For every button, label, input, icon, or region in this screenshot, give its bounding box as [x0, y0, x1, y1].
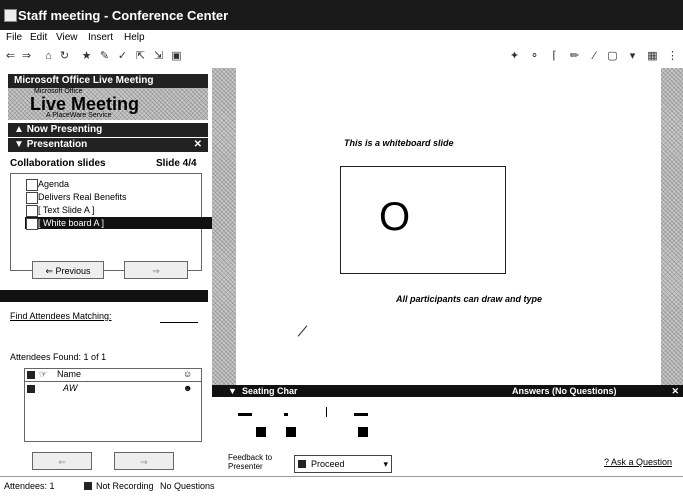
- attendee-name: AW: [63, 383, 78, 393]
- forward-icon[interactable]: ⇒: [20, 50, 33, 63]
- presentation-header[interactable]: ▼ Presentation ✕: [8, 138, 208, 152]
- share-icon[interactable]: ★: [80, 50, 93, 63]
- status-bar: Attendees: 1 Not Recording No Questions: [0, 476, 683, 497]
- camera-icon[interactable]: ▣: [170, 50, 183, 63]
- ask-question-link[interactable]: ? Ask a Question: [604, 457, 672, 467]
- slide-title: This is a whiteboard slide: [344, 138, 454, 148]
- find-attendees-input[interactable]: [160, 322, 198, 323]
- bottom-pane: ▼ Seating Char Answers (No Questions) ✕ …: [212, 385, 683, 476]
- attendee-prev-button[interactable]: ⇐: [32, 452, 92, 470]
- attendee-pane-header: [0, 290, 208, 302]
- recording-status: Not Recording: [96, 481, 154, 491]
- feedback-icon: [298, 460, 306, 468]
- expand-icon: ▲: [14, 124, 27, 135]
- menu-help[interactable]: Help: [124, 32, 145, 43]
- seat-attendee[interactable]: [286, 427, 296, 437]
- slide-icon: [26, 218, 38, 230]
- attendee-next-button[interactable]: ⇒: [114, 452, 174, 470]
- seat-marker: [238, 413, 252, 416]
- text-tool-icon[interactable]: ⌈: [548, 50, 561, 63]
- seating-header: ▼ Seating Char Answers (No Questions) ✕: [212, 385, 683, 397]
- slide-icon: [26, 192, 38, 204]
- drawn-line[interactable]: [297, 325, 308, 337]
- slide-icon: [26, 205, 38, 217]
- collapse-icon: ▼: [14, 139, 27, 150]
- window-title: Staff meeting - Conference Center: [18, 8, 229, 23]
- recording-icon: [84, 482, 92, 490]
- attendee-list: ☞ Name ☺ AW ☻: [24, 368, 202, 442]
- close-pane-icon[interactable]: ✕: [671, 385, 679, 397]
- status-icon: [27, 371, 35, 379]
- whiteboard-tool-icon[interactable]: ▦: [646, 50, 659, 63]
- feedback-select[interactable]: Proceed ▾: [294, 455, 392, 473]
- line-tool-icon[interactable]: ∕: [588, 50, 601, 63]
- menu-file[interactable]: File: [6, 32, 22, 43]
- slide-item[interactable]: Delivers Real Benefits: [26, 191, 127, 204]
- slide-icon: [26, 179, 38, 191]
- seat-attendee[interactable]: [358, 427, 368, 437]
- chevron-down-icon: ▾: [383, 459, 388, 469]
- app-icon: [4, 9, 17, 22]
- attendee-list-header: ☞ Name ☺: [25, 369, 201, 382]
- slide-counter: Slide 4/4: [156, 158, 197, 169]
- menu-insert[interactable]: Insert: [88, 32, 113, 43]
- seat-divider: [326, 407, 327, 417]
- stage-border-left: [212, 68, 236, 385]
- slide-item[interactable]: [ Text Slide A ]: [26, 204, 94, 217]
- drawn-text[interactable]: O: [379, 195, 410, 239]
- slide-item-selected[interactable]: [ White board A ]: [25, 217, 212, 230]
- live-meeting-header: Microsoft Office Live Meeting: [8, 74, 208, 88]
- slides-label: Collaboration slides: [10, 158, 106, 169]
- seat-marker: [354, 413, 368, 416]
- pen-icon[interactable]: ✓: [116, 50, 129, 63]
- presenter-icon: ☻: [183, 383, 193, 393]
- hand-icon: ☞: [39, 369, 48, 379]
- stage-border-right: [661, 68, 683, 385]
- col-name[interactable]: Name: [57, 369, 81, 379]
- next-button[interactable]: ⇒: [124, 261, 188, 279]
- annotate-icon[interactable]: ✎: [98, 50, 111, 63]
- whiteboard-slide[interactable]: This is a whiteboard slide O All partici…: [236, 68, 661, 385]
- now-presenting-header[interactable]: ▲ Now Presenting: [8, 123, 208, 137]
- feedback-label: Feedback to Presenter: [228, 453, 273, 471]
- live-meeting-logo: Microsoft Office Live Meeting A PlaceWar…: [8, 88, 208, 120]
- menu-edit[interactable]: Edit: [30, 32, 47, 43]
- role-icon: ☺: [183, 369, 193, 379]
- attendee-status-icon: [27, 385, 35, 393]
- previous-button[interactable]: ⇐ Previous: [32, 261, 104, 279]
- highlighter-icon[interactable]: ✏: [568, 50, 581, 63]
- slide-list: Agenda Delivers Real Benefits [ Text Sli…: [10, 173, 212, 271]
- attendee-count: Attendees: 1: [4, 481, 55, 491]
- seat-marker: [284, 413, 288, 416]
- refresh-icon[interactable]: ↻: [58, 50, 71, 63]
- upload-icon[interactable]: ⇱: [134, 50, 147, 63]
- menu-view[interactable]: View: [56, 32, 78, 43]
- find-attendees-label: Find Attendees Matching:: [10, 311, 112, 321]
- shape-tool-icon[interactable]: ▢: [606, 50, 619, 63]
- laser-icon[interactable]: ⚬: [528, 50, 541, 63]
- menu-bar: File Edit View Insert Help: [0, 30, 683, 46]
- toolbar: ⇐ ⇒ ⌂ ↻ ★ ✎ ✓ ⇱ ⇲ ▣ ✦ ⚬ ⌈ ✏ ∕ ▢ ▾ ▦ ⋮: [0, 46, 683, 69]
- back-icon[interactable]: ⇐: [4, 50, 17, 63]
- slide-item[interactable]: Agenda: [26, 178, 69, 191]
- attendee-row[interactable]: AW ☻: [25, 383, 201, 395]
- drawn-rectangle[interactable]: O: [340, 166, 506, 274]
- home-icon[interactable]: ⌂: [42, 50, 55, 63]
- attendees-found: Attendees Found: 1 of 1: [10, 352, 107, 362]
- more-tools-icon[interactable]: ⋮: [666, 50, 679, 63]
- dropdown-icon[interactable]: ▾: [626, 50, 639, 63]
- download-icon[interactable]: ⇲: [152, 50, 165, 63]
- questions-status: No Questions: [160, 481, 215, 491]
- pointer-icon[interactable]: ✦: [508, 50, 521, 63]
- seat-attendee[interactable]: [256, 427, 266, 437]
- title-bar: Staff meeting - Conference Center: [0, 0, 683, 30]
- collapse-icon[interactable]: ▼: [228, 385, 237, 397]
- slide-caption: All participants can draw and type: [396, 294, 543, 304]
- close-pane-icon[interactable]: ✕: [194, 138, 202, 152]
- help-icon: ?: [604, 457, 612, 467]
